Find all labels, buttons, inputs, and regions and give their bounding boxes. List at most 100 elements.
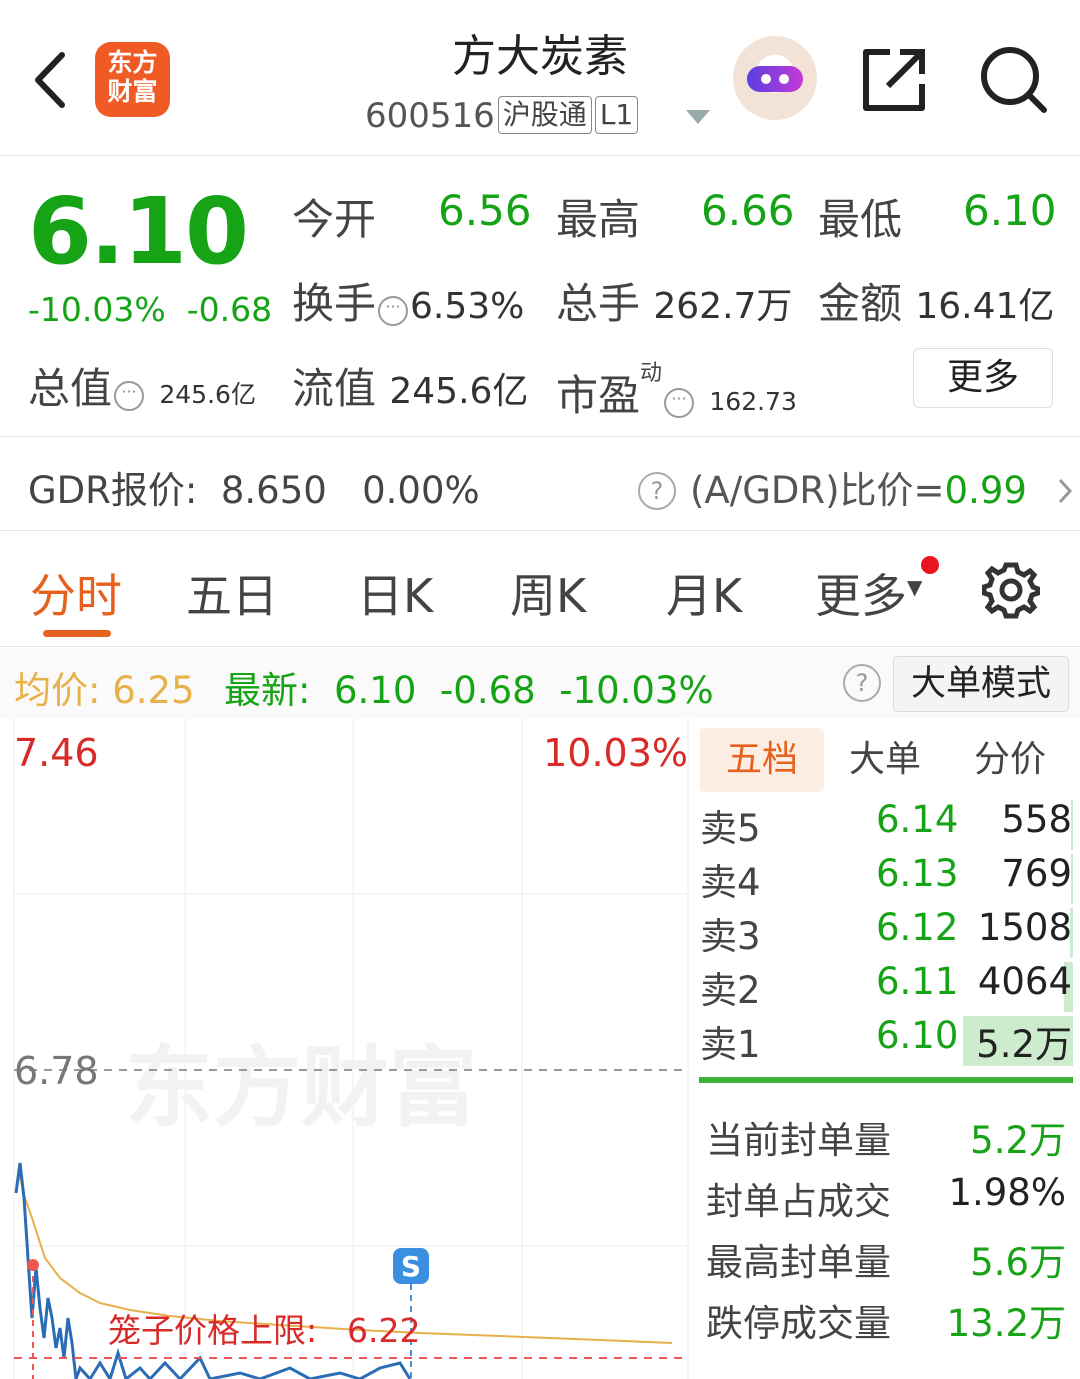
y-axis-mid: 6.78	[14, 1049, 99, 1093]
ask-level-volume: 769	[1001, 852, 1072, 895]
limit-stat-row: 最高封单量 5.6万	[706, 1232, 1066, 1284]
amount-value: 16.41亿	[915, 286, 1055, 327]
tab-monthly-k[interactable]: 月K	[666, 560, 742, 626]
stock-code-row: 600516 沪股通 L1	[365, 96, 639, 136]
pe-value: 162.73	[709, 387, 797, 416]
ask-level-volume: 4064	[977, 960, 1072, 1003]
limit-stat-row: 跌停成交量 13.2万	[706, 1293, 1066, 1345]
tab-more[interactable]: 更多▼	[815, 560, 922, 626]
watermark: 东方财富	[125, 1036, 477, 1139]
latest-label: 最新:	[224, 669, 311, 712]
chevron-right-icon	[1058, 478, 1072, 504]
avg-price-row: 均价: 6.25	[14, 660, 195, 714]
limit-stat-row: 封单占成交 1.98%	[706, 1171, 1066, 1223]
tab-five-levels[interactable]: 五档	[700, 728, 824, 792]
more-dots-icon[interactable]: ···	[664, 388, 695, 418]
amount-row: 金额 16.41亿	[818, 270, 1054, 331]
ask-level-row[interactable]: 卖3 6.12 1508	[700, 906, 1075, 960]
amount-label: 金额	[818, 279, 903, 328]
volume-label: 总手	[556, 279, 641, 328]
ask-level-volume: 558	[1001, 798, 1072, 841]
tab-daily-k[interactable]: 日K	[357, 560, 433, 626]
back-icon[interactable]	[30, 50, 70, 110]
gdr-ratio-row[interactable]: ? (A/GDR)比价=0.99	[638, 460, 1073, 514]
turnover-row[interactable]: 换手 ··· 6.53%	[292, 270, 524, 331]
ask-level-row[interactable]: 卖2 6.11 4064	[700, 960, 1075, 1014]
high-label: 最高	[556, 195, 641, 244]
ask-level-name: 卖4	[700, 861, 761, 904]
tab-weekly-k[interactable]: 周K	[510, 560, 586, 626]
app-logo[interactable]: 东方 财富	[95, 42, 170, 117]
latest-change: -0.68	[439, 669, 536, 712]
change-percent: -10.03%	[28, 290, 166, 329]
stat-label: 当前封单量	[706, 1119, 891, 1162]
ask-level-row[interactable]: 卖4 6.13 769	[700, 852, 1075, 906]
ask-level-name: 卖3	[700, 915, 761, 958]
gdr-ratio-label: (A/GDR)比价=	[690, 469, 945, 512]
gdr-row: GDR报价: 8.650 0.00%	[28, 460, 480, 514]
intraday-chart[interactable]: 东方财富 7.46 10.03% 6.78 S 笼子价格上限: 6.22	[0, 718, 693, 1379]
share-icon[interactable]	[860, 44, 930, 114]
big-order-mode-button[interactable]: 大单模式	[893, 656, 1069, 712]
avg-value: 6.25	[112, 669, 195, 712]
price-change: -10.03% -0.68	[28, 290, 272, 329]
stock-detail-screen: 东方 财富 方大炭素 600516 沪股通 L1 6.10 -10.03% -0.68…	[0, 0, 1080, 1379]
more-dots-icon[interactable]: ···	[114, 381, 145, 411]
ask-level-name: 卖2	[700, 969, 761, 1012]
gear-icon[interactable]	[982, 561, 1040, 619]
low-value: 6.10	[963, 186, 1057, 235]
stock-switch-chevron-icon[interactable]	[686, 110, 710, 124]
active-tab-indicator	[43, 630, 111, 637]
more-dots-icon[interactable]: ···	[378, 296, 409, 326]
stock-code: 600516	[365, 96, 495, 136]
cage-limit-label: 笼子价格上限:	[108, 1311, 317, 1350]
s-marker-label: S	[401, 1250, 421, 1283]
open-label: 今开	[292, 195, 377, 244]
mktcap-row[interactable]: 总值 ··· 245.6亿	[28, 355, 256, 416]
turnover-value: 6.53%	[410, 286, 525, 327]
pct-axis-top: 10.03%	[543, 731, 688, 775]
ask-level-price: 6.13	[876, 852, 959, 895]
ask-level-price: 6.12	[876, 906, 959, 949]
gdr-label: GDR报价:	[28, 469, 198, 512]
search-icon[interactable]	[978, 44, 1048, 114]
stat-label: 最高封单量	[706, 1241, 891, 1284]
divider	[0, 436, 1080, 437]
ask-level-row[interactable]: 卖5 6.14 558	[700, 798, 1075, 852]
stat-value: 1.98%	[948, 1171, 1066, 1214]
tab-intraday[interactable]: 分时	[30, 560, 122, 626]
stat-value: 5.6万	[970, 1241, 1066, 1284]
help-icon[interactable]: ?	[638, 472, 676, 510]
divider	[0, 155, 1080, 156]
mktcap-label: 总值	[28, 364, 113, 413]
more-button[interactable]: 更多	[913, 348, 1053, 408]
float-row: 流值 245.6亿	[292, 355, 528, 416]
stock-title: 方大炭素	[452, 31, 628, 82]
ask-level-name: 卖1	[700, 1023, 761, 1066]
tab-big-orders[interactable]: 大单	[849, 728, 921, 792]
latest-row: 最新: 6.10 -0.68 -10.03%	[224, 660, 714, 714]
tab-price-distribution[interactable]: 分价	[974, 728, 1046, 792]
assistant-robot-icon[interactable]	[733, 36, 817, 120]
pe-row[interactable]: 市盈动··· 162.73	[556, 355, 797, 423]
ask-level-volume: 5.2万	[976, 1023, 1072, 1066]
high-value: 6.66	[701, 186, 795, 235]
cage-limit-value: 6.22	[347, 1311, 420, 1350]
notification-dot	[921, 556, 939, 574]
tab-five-day[interactable]: 五日	[186, 560, 278, 626]
ask-level-price: 6.14	[876, 798, 959, 841]
ask-level-price: 6.10	[876, 1014, 959, 1057]
avg-label: 均价:	[14, 669, 101, 712]
float-label: 流值	[292, 364, 377, 413]
stat-value: 13.2万	[946, 1302, 1066, 1345]
ask-level-row[interactable]: 卖1 6.10 5.2万	[700, 1014, 1075, 1068]
divider	[0, 530, 1080, 531]
pe-label: 市盈	[556, 371, 641, 420]
latest-value: 6.10	[334, 669, 417, 712]
low-label: 最低	[818, 195, 903, 244]
turnover-label: 换手	[292, 279, 377, 328]
change-amount: -0.68	[186, 290, 273, 329]
help-icon[interactable]: ?	[843, 664, 881, 702]
gdr-price: 8.650	[220, 469, 327, 512]
divider	[0, 646, 1080, 647]
